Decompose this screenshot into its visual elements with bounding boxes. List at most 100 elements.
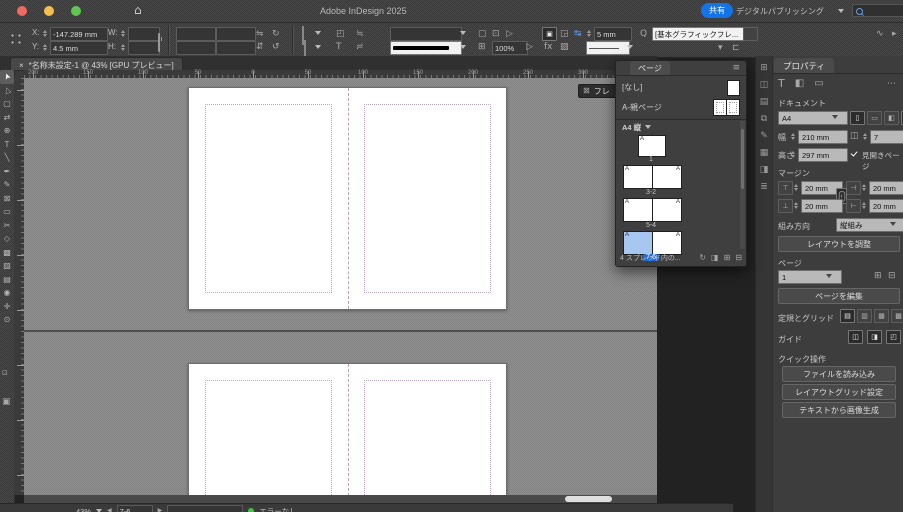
text-to-image-button[interactable]: テキストから画像生成: [782, 402, 896, 418]
h-field[interactable]: [128, 41, 160, 55]
spread-2[interactable]: [188, 363, 507, 495]
adjust-layout-button[interactable]: レイアウトを調整: [778, 236, 900, 252]
text-styles-icon[interactable]: ◨: [756, 166, 772, 175]
gap-tool-icon[interactable]: ↹: [574, 30, 582, 39]
delete-page-icon[interactable]: ⊟: [735, 254, 742, 262]
add-page-icon[interactable]: ⊞: [874, 272, 882, 281]
layout-grid-icon[interactable]: ▩: [891, 309, 903, 323]
zoom-window-button[interactable]: [71, 6, 81, 16]
size-group-header[interactable]: A4 縦: [622, 121, 736, 133]
search-input[interactable]: [852, 4, 903, 17]
pen-tool[interactable]: ✒: [0, 165, 14, 179]
reference-point-proxy[interactable]: [8, 31, 24, 47]
page-transition-icon[interactable]: ◨: [711, 254, 719, 262]
layout-grid-settings-button[interactable]: レイアウトグリッド設定: [782, 384, 896, 400]
home-icon[interactable]: ⌂: [134, 4, 142, 16]
w-field[interactable]: [128, 27, 160, 41]
gap-stepper[interactable]: [586, 27, 592, 39]
type-tool[interactable]: T: [0, 138, 14, 152]
effects-icon[interactable]: ≣: [756, 183, 772, 192]
stroke-dropdown-icon[interactable]: [315, 45, 321, 49]
h-stepper[interactable]: [120, 41, 126, 53]
page-tool[interactable]: ▢: [0, 97, 14, 111]
spread-3-2-label[interactable]: 3-2: [623, 189, 679, 196]
x-stepper[interactable]: [42, 27, 48, 39]
close-window-button[interactable]: [17, 6, 27, 16]
baseline-grid-icon[interactable]: ▥: [857, 309, 872, 323]
more-options-icon[interactable]: ⋯: [887, 80, 896, 89]
stroke-weight-combo[interactable]: [390, 27, 462, 41]
margin-bottom-field[interactable]: 20 mm: [801, 199, 843, 213]
gradient-swatch-tool[interactable]: ▩: [0, 246, 14, 260]
layers-icon[interactable]: ▤: [756, 98, 772, 107]
corner-options-icon[interactable]: ▢: [478, 30, 487, 39]
rotate-90-ccw-icon[interactable]: ↺: [272, 43, 280, 52]
fit-content-icon[interactable]: ◲: [560, 30, 569, 39]
direct-selection-tool[interactable]: ▷: [0, 84, 14, 98]
pencil-tool[interactable]: ✎: [0, 178, 14, 192]
master-a-thumbnail[interactable]: [713, 99, 740, 116]
swatches-icon[interactable]: ▦: [756, 149, 772, 158]
y-field[interactable]: 4.5 mm: [50, 41, 108, 55]
object-style-chevron[interactable]: [743, 27, 758, 41]
preflight-profile-combo[interactable]: [167, 505, 244, 512]
margin-inside-stepper[interactable]: [861, 181, 867, 193]
share-button[interactable]: 共有: [701, 3, 733, 18]
margin-outside-field[interactable]: 20 mm: [869, 199, 903, 213]
corner-apply-icon[interactable]: ▷: [506, 30, 513, 39]
properties-tab[interactable]: プロパティ: [774, 58, 834, 74]
object-style-combo[interactable]: [基本グラフィックフレ...: [652, 27, 746, 41]
shear-field[interactable]: [216, 41, 256, 55]
spread-5-4-label[interactable]: 5-4: [623, 222, 679, 229]
cc-libraries-icon[interactable]: ⊞: [756, 64, 772, 73]
edit-pages-button[interactable]: ページを編集: [778, 288, 900, 304]
drop-shadow-icon[interactable]: ▧: [560, 43, 569, 52]
opacity-field[interactable]: 100%: [492, 41, 528, 55]
previous-page-icon[interactable]: ◀: [107, 508, 112, 512]
spread-3-2-thumbnail[interactable]: AA: [623, 165, 682, 189]
panel-menu-icon[interactable]: ≡: [732, 64, 740, 73]
spread-5-4-thumbnail[interactable]: AA: [623, 198, 682, 222]
selection-tool[interactable]: ➤: [0, 70, 14, 84]
pages-panel-tab[interactable]: ページ: [630, 61, 670, 76]
formatting-container-icon[interactable]: ◰: [336, 30, 345, 39]
margin-inside-field[interactable]: 20 mm: [869, 181, 903, 195]
master-none-row[interactable]: [なし]: [622, 79, 740, 96]
lightning-icon[interactable]: ∿: [876, 30, 884, 39]
rotate-90-cw-icon[interactable]: ↻: [272, 30, 280, 39]
lock-guides-icon[interactable]: ◨: [867, 330, 882, 344]
note-tool[interactable]: ▤: [0, 273, 14, 287]
pages-count-field[interactable]: 7: [870, 130, 903, 144]
corner-shape-icon[interactable]: ⊡: [492, 30, 500, 39]
style-search-icon[interactable]: Q: [640, 30, 647, 39]
opacity-icon[interactable]: ⊞: [478, 43, 486, 52]
gradient-feather-tool[interactable]: ▨: [0, 259, 14, 273]
margin-top-stepper[interactable]: [793, 181, 799, 193]
stroke-cap-icon[interactable]: ≓: [356, 43, 364, 52]
spread-1[interactable]: [188, 87, 507, 310]
horizontal-scrollbar-thumb[interactable]: [565, 496, 612, 502]
height-stepper[interactable]: [790, 148, 796, 160]
gap-tool[interactable]: ⇄: [0, 111, 14, 125]
canvas[interactable]: ⊠ フレ: [24, 78, 657, 495]
y-stepper[interactable]: [42, 41, 48, 53]
x-field[interactable]: -147.289 mm: [50, 27, 108, 41]
rotation-field[interactable]: [216, 27, 256, 41]
fit-frame-icon[interactable]: ▣: [542, 27, 557, 41]
pages-count-stepper[interactable]: [862, 130, 868, 142]
master-none-thumbnail[interactable]: [727, 79, 740, 96]
clear-overrides-icon[interactable]: ▾: [718, 44, 723, 53]
scissors-tool[interactable]: ✂: [0, 219, 14, 233]
opacity-apply-icon[interactable]: ▷: [526, 43, 533, 52]
page-1-label[interactable]: 1: [623, 156, 679, 163]
height-field[interactable]: 297 mm: [798, 148, 848, 162]
margin-outside-stepper[interactable]: [861, 199, 867, 211]
free-transform-tool[interactable]: ◇: [0, 232, 14, 246]
gap-field[interactable]: 5 mm: [594, 27, 632, 41]
pages-icon[interactable]: ◫: [756, 81, 772, 90]
ruler-toggle-icon[interactable]: ▤: [840, 309, 855, 323]
show-guides-icon[interactable]: ◰: [886, 330, 901, 344]
formatting-text-icon[interactable]: T: [336, 43, 342, 52]
effects-icon[interactable]: fx: [544, 43, 553, 52]
pages-panel-scrollbar[interactable]: [740, 121, 745, 249]
